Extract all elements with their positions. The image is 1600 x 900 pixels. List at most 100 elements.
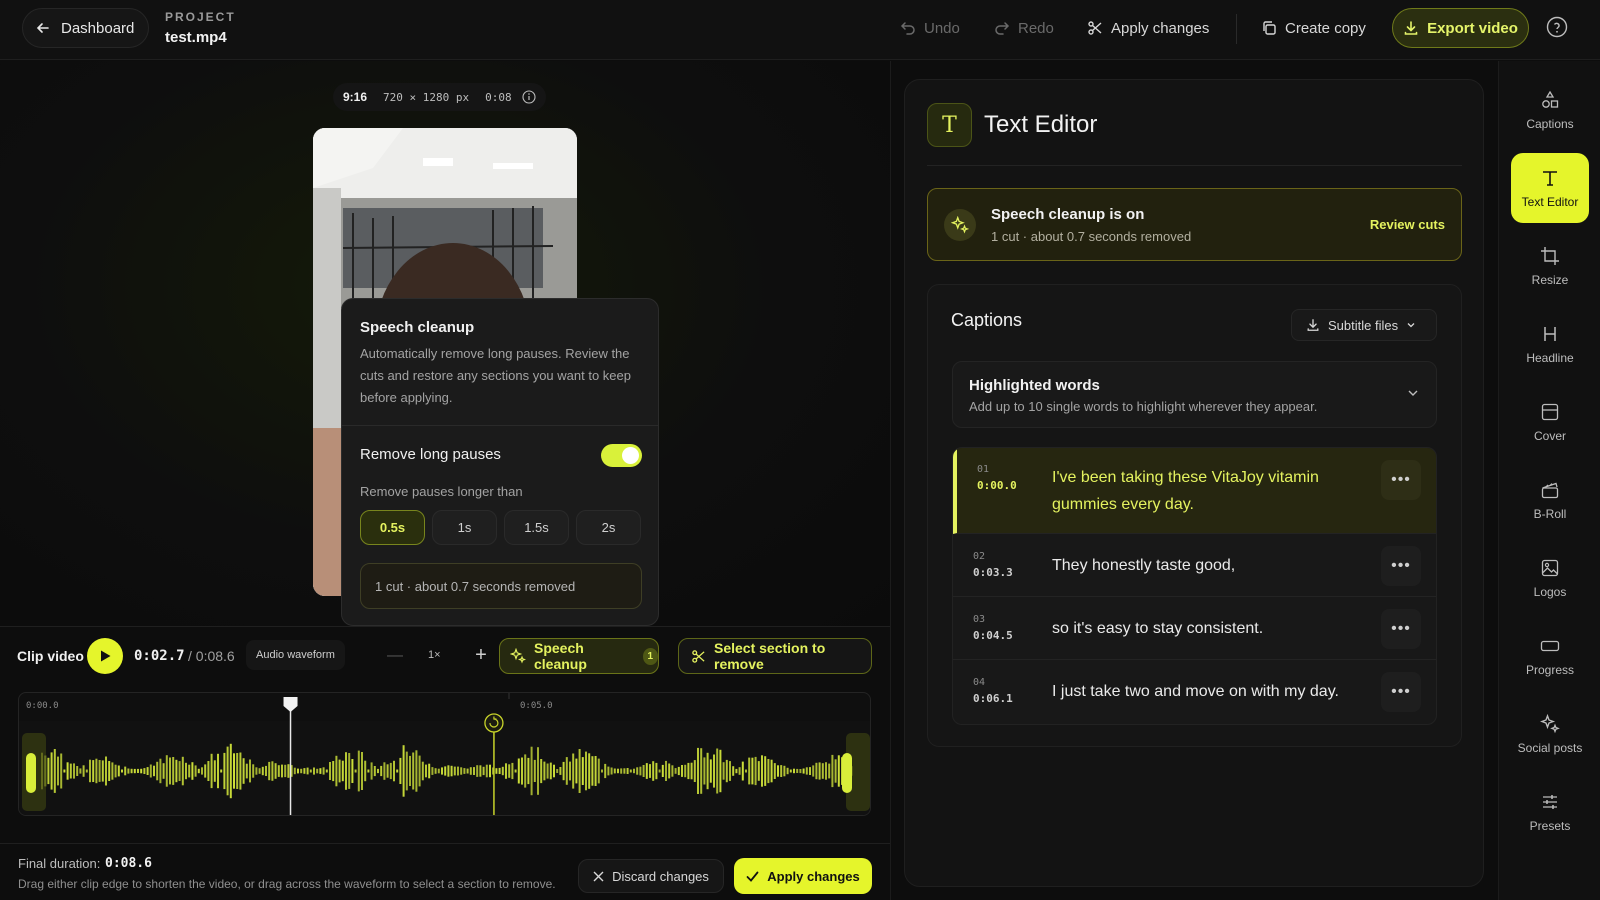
rail-social-posts[interactable]: Social posts xyxy=(1511,699,1589,769)
waveform-bar xyxy=(668,763,671,779)
waveform-bar xyxy=(796,768,799,773)
discard-changes-button[interactable]: Discard changes xyxy=(578,859,724,893)
rail-presets[interactable]: Presets xyxy=(1511,777,1589,847)
waveform-bar xyxy=(508,764,511,778)
waveform-bar xyxy=(754,756,757,786)
more-icon[interactable]: ••• xyxy=(1381,609,1421,649)
waveform-bar xyxy=(476,765,479,777)
highlighted-words-subtitle: Add up to 10 single words to highlight w… xyxy=(969,399,1318,414)
info-icon[interactable] xyxy=(522,90,536,104)
play-button[interactable] xyxy=(87,638,123,674)
speech-cleanup-button[interactable]: Speech cleanup 1 xyxy=(499,638,659,674)
waveform-bar xyxy=(613,768,616,774)
waveform-bar xyxy=(345,752,347,790)
caption-text[interactable]: so it's easy to stay consistent. xyxy=(1052,615,1352,642)
zoom-out-button[interactable]: — xyxy=(387,647,403,665)
waveform-bar xyxy=(140,768,143,774)
undo-button[interactable]: Undo xyxy=(900,14,960,42)
waveform-bar xyxy=(425,764,427,778)
waveform-bar xyxy=(268,761,271,781)
waveform-bar xyxy=(764,756,767,786)
caption-text[interactable]: I've been taking these VitaJoy vitamin g… xyxy=(1052,464,1352,518)
waveform-bar xyxy=(421,761,424,781)
rail-resize[interactable]: Resize xyxy=(1511,231,1589,301)
waveform-bar xyxy=(713,754,715,788)
threshold-option-1-5s[interactable]: 1.5s xyxy=(504,510,569,545)
waveform-bar xyxy=(201,767,203,775)
waveform-bar xyxy=(53,749,56,793)
waveform-bar xyxy=(213,760,216,782)
heading-icon xyxy=(1540,324,1560,344)
caption-row[interactable]: 03 0:04.5 so it's easy to stay consisten… xyxy=(953,597,1436,660)
waveform-bar xyxy=(297,768,299,774)
waveform-timeline[interactable]: 0:00.0 0:05.0 xyxy=(18,692,871,816)
waveform-bar xyxy=(473,767,475,775)
waveform-bar xyxy=(821,763,824,779)
more-icon[interactable]: ••• xyxy=(1381,672,1421,712)
waveform-bar xyxy=(249,759,251,783)
waveform-bar xyxy=(89,759,91,783)
waveform-bar xyxy=(700,748,703,794)
waveform-bar xyxy=(565,757,568,785)
zoom-in-button[interactable]: + xyxy=(467,641,495,669)
waveform-bar xyxy=(559,767,562,775)
audio-waveform-toggle[interactable]: Audio waveform xyxy=(246,640,345,670)
waveform-bar xyxy=(220,769,223,773)
more-icon[interactable]: ••• xyxy=(1381,460,1421,500)
select-section-button[interactable]: Select section to remove xyxy=(678,638,872,674)
waveform-bar xyxy=(793,768,795,774)
create-copy-button[interactable]: Create copy xyxy=(1261,14,1366,42)
redo-button[interactable]: Redo xyxy=(994,14,1054,42)
waveform-bar xyxy=(357,750,360,792)
threshold-option-1s[interactable]: 1s xyxy=(432,510,497,545)
apply-changes-top-button[interactable]: Apply changes xyxy=(1087,14,1209,42)
highlighted-words-section[interactable]: Highlighted words Add up to 10 single wo… xyxy=(952,361,1437,428)
waveform-bar xyxy=(428,763,431,779)
waveform-bar xyxy=(127,768,130,774)
waveform-bar xyxy=(178,761,181,781)
review-cuts-link[interactable]: Review cuts xyxy=(1370,217,1445,232)
rail-text-editor[interactable]: Text Editor xyxy=(1511,153,1589,223)
apply-changes-button[interactable]: Apply changes xyxy=(734,858,872,894)
banner-subtitle: 1 cut · about 0.7 seconds removed xyxy=(991,229,1192,244)
waveform-bar xyxy=(271,761,274,781)
rail-progress[interactable]: Progress xyxy=(1511,621,1589,691)
caption-row[interactable]: 01 0:00.0 I've been taking these VitaJoy… xyxy=(953,448,1436,534)
rail-headline[interactable]: Headline xyxy=(1511,309,1589,379)
waveform-bar xyxy=(837,755,840,787)
threshold-option-2s[interactable]: 2s xyxy=(576,510,641,545)
waveform-bar xyxy=(780,765,783,777)
rail-label: Progress xyxy=(1525,662,1575,677)
tool-rail: Captions Text Editor Resize Headline Cov… xyxy=(1498,61,1600,900)
caption-row[interactable]: 04 0:06.1 I just take two and move on wi… xyxy=(953,660,1436,724)
dashboard-label: Dashboard xyxy=(61,19,135,37)
waveform-bar xyxy=(348,753,351,789)
chevron-down-icon xyxy=(1406,320,1416,330)
waveform-bar xyxy=(405,751,408,791)
rail-logos[interactable]: Logos xyxy=(1511,543,1589,613)
waveform xyxy=(19,693,870,815)
export-video-button[interactable]: Export video xyxy=(1392,8,1529,48)
caption-text[interactable]: They honestly taste good, xyxy=(1052,552,1352,579)
waveform-bar xyxy=(767,759,770,784)
dashboard-back-button[interactable]: Dashboard xyxy=(22,8,150,48)
waveform-bar xyxy=(50,752,53,790)
remove-pauses-toggle[interactable] xyxy=(601,444,642,467)
threshold-option-0-5s[interactable]: 0.5s xyxy=(360,510,425,545)
caption-index: 01 xyxy=(977,464,990,475)
rail-cover[interactable]: Cover xyxy=(1511,387,1589,457)
download-icon xyxy=(1403,20,1419,36)
aspect-ratio: 9:16 xyxy=(343,90,368,104)
subtitle-files-button[interactable]: Subtitle files xyxy=(1291,309,1437,341)
caption-text[interactable]: I just take two and move on with my day. xyxy=(1052,678,1352,705)
caption-row[interactable]: 02 0:03.3 They honestly taste good, ••• xyxy=(953,534,1436,597)
waveform-bar xyxy=(217,753,219,789)
clip-footer: Final duration: 0:08.6 Drag either clip … xyxy=(0,843,890,900)
waveform-bar xyxy=(597,758,600,784)
waveform-bar xyxy=(626,768,629,774)
rail-b-roll[interactable]: B-Roll xyxy=(1511,465,1589,535)
more-icon[interactable]: ••• xyxy=(1381,546,1421,586)
waveform-bar xyxy=(380,765,383,777)
help-icon[interactable] xyxy=(1546,16,1568,38)
rail-captions[interactable]: Captions xyxy=(1511,75,1589,145)
